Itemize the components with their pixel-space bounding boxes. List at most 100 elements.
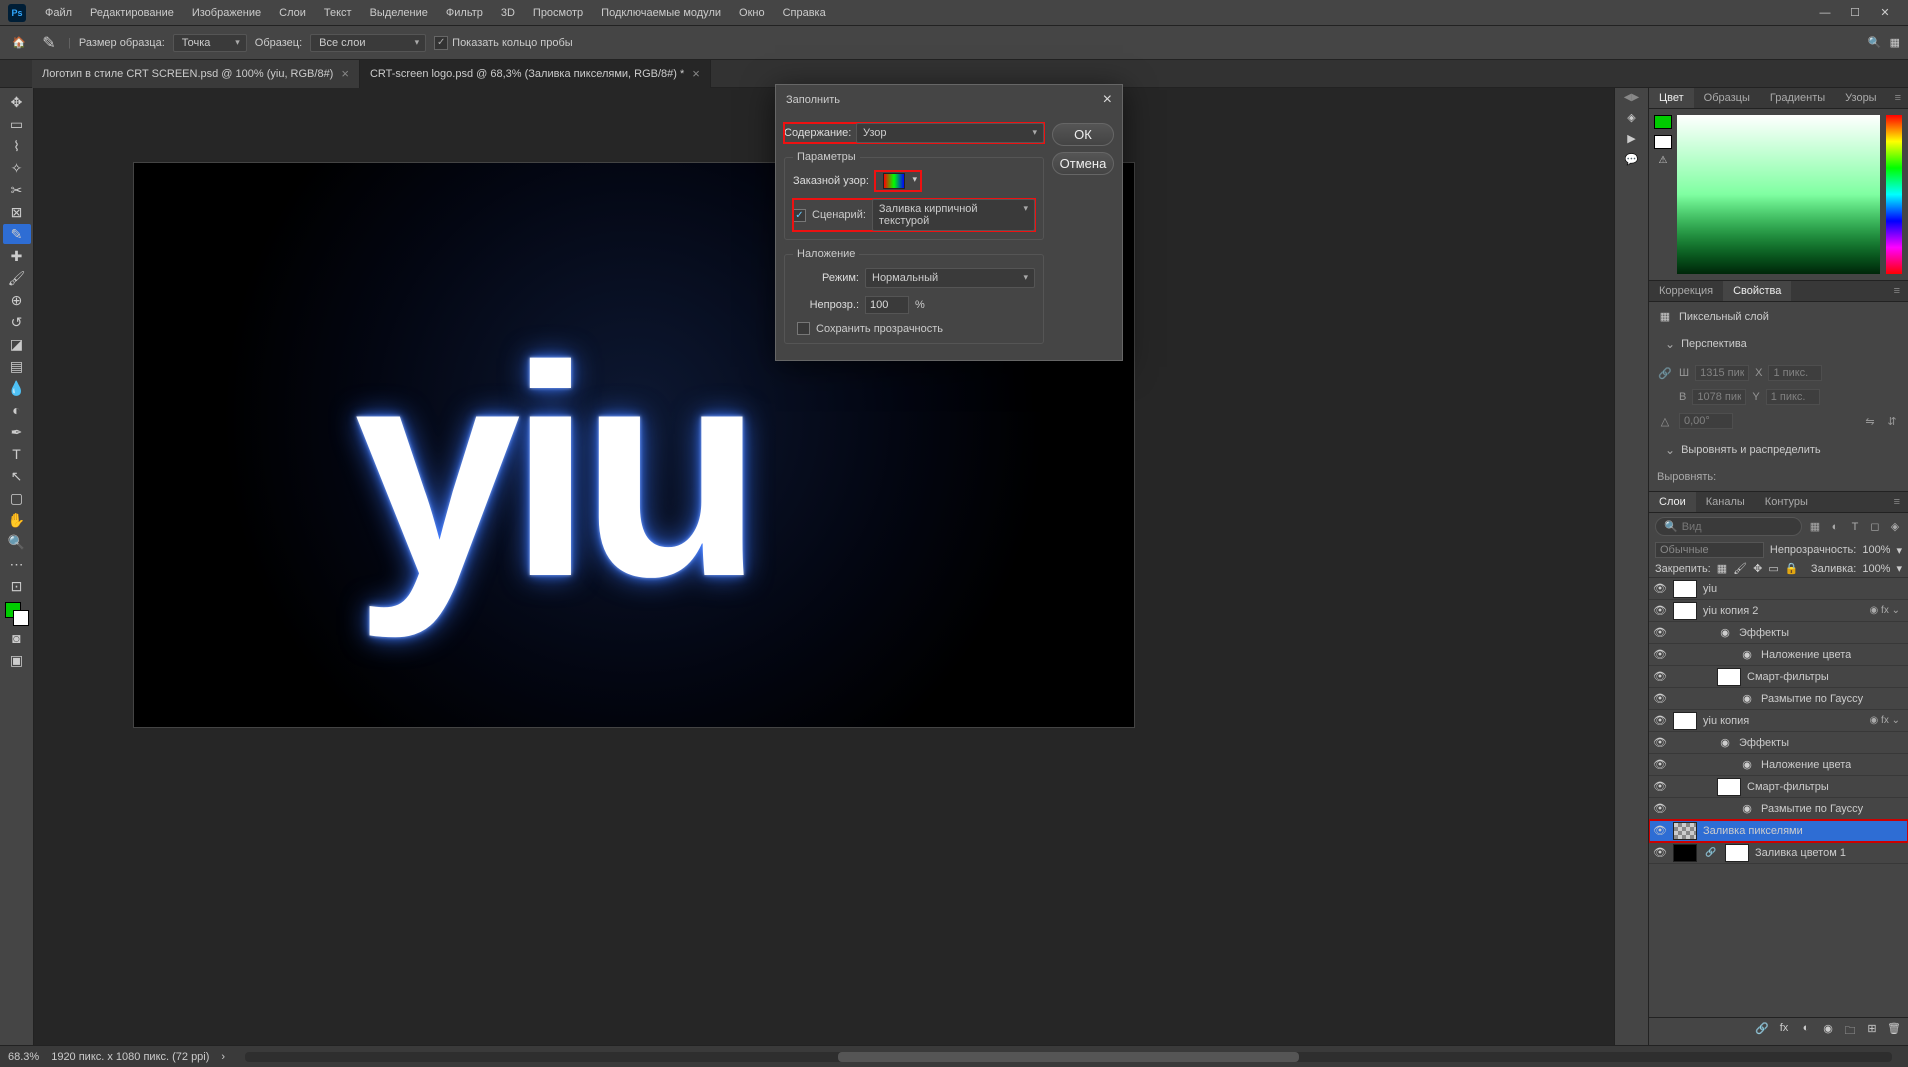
zoom-tool[interactable]: 🔍 (3, 532, 31, 552)
menu-окно[interactable]: Окно (730, 0, 774, 26)
menu-справка[interactable]: Справка (774, 0, 835, 26)
lasso-tool[interactable]: ⌇ (3, 136, 31, 156)
tab-paths[interactable]: Контуры (1755, 492, 1818, 512)
layer-row[interactable]: 👁Заливка пикселями (1649, 820, 1908, 842)
menu-текст[interactable]: Текст (315, 0, 361, 26)
eyedropper-tool[interactable]: ✎ (3, 224, 31, 244)
lock-artboard-icon[interactable]: ▭ (1768, 562, 1778, 575)
move-tool[interactable]: ✥ (3, 92, 31, 112)
sample-source-dropdown[interactable]: Все слои (310, 34, 426, 52)
dodge-tool[interactable]: ◐ (3, 400, 31, 420)
h-scrollbar[interactable] (245, 1052, 1892, 1062)
eraser-tool[interactable]: ◪ (3, 334, 31, 354)
layer-row[interactable]: 👁yiu копия◉ fx ⌄ (1649, 710, 1908, 732)
crop-tool[interactable]: ✂ (3, 180, 31, 200)
close-button[interactable]: ✕ (1870, 0, 1900, 26)
close-icon[interactable]: × (692, 60, 700, 88)
pattern-picker[interactable]: ▾ (875, 171, 921, 191)
filter-shape-icon[interactable]: ◻ (1868, 520, 1882, 533)
comments-icon[interactable]: 💬 (1624, 153, 1640, 166)
width-input[interactable] (1695, 365, 1749, 381)
visibility-icon[interactable]: 👁 (1653, 824, 1667, 837)
script-checkbox[interactable]: ✓ (793, 209, 806, 222)
layer-row[interactable]: 👁◉Наложение цвета (1649, 644, 1908, 666)
pen-tool[interactable]: ✒ (3, 422, 31, 442)
close-icon[interactable]: × (341, 60, 349, 88)
filter-type-icon[interactable]: T (1848, 521, 1862, 533)
visibility-icon[interactable]: 👁 (1653, 604, 1667, 617)
layer-filter-input[interactable]: 🔍Вид (1655, 517, 1802, 536)
link-layers-icon[interactable]: 🔗 (1754, 1022, 1770, 1041)
edit-toolbar-2[interactable]: ⊡ (3, 576, 31, 596)
blur-tool[interactable]: 💧 (3, 378, 31, 398)
visibility-icon[interactable]: 👁 (1653, 780, 1667, 793)
fx-icon[interactable]: fx (1776, 1022, 1792, 1041)
filter-smart-icon[interactable]: ◈ (1888, 520, 1902, 533)
chevron-right-icon[interactable]: › (221, 1051, 225, 1063)
menu-просмотр[interactable]: Просмотр (524, 0, 592, 26)
layer-row[interactable]: 👁Смарт-фильтры (1649, 666, 1908, 688)
tab-channels[interactable]: Каналы (1696, 492, 1755, 512)
zoom-level[interactable]: 68.3% (8, 1051, 39, 1063)
layer-row[interactable]: 👁◉Эффекты (1649, 732, 1908, 754)
color-field[interactable] (1677, 115, 1880, 274)
layer-row[interactable]: 👁◉Эффекты (1649, 622, 1908, 644)
tab-doc-1[interactable]: Логотип в стиле CRT SCREEN.psd @ 100% (y… (32, 60, 360, 88)
stamp-tool[interactable]: ⊕ (3, 290, 31, 310)
filter-image-icon[interactable]: ▦ (1808, 520, 1822, 533)
layer-row[interactable]: 👁◉Наложение цвета (1649, 754, 1908, 776)
blend-mode-dropdown[interactable]: Обычные (1655, 542, 1764, 558)
hue-slider[interactable] (1886, 115, 1902, 274)
visibility-icon[interactable]: 👁 (1653, 846, 1667, 859)
wand-tool[interactable]: ✧ (3, 158, 31, 178)
layer-row[interactable]: 👁◉Размытие по Гауссу (1649, 688, 1908, 710)
flip-h-icon[interactable]: ⇋ (1862, 415, 1878, 428)
minimize-button[interactable]: — (1810, 0, 1840, 26)
frame-tool[interactable]: ⊠ (3, 202, 31, 222)
history-icon[interactable]: ▶ (1624, 132, 1640, 145)
mode-dropdown[interactable]: Нормальный (865, 268, 1035, 288)
visibility-icon[interactable]: 👁 (1653, 626, 1667, 639)
shape-tool[interactable]: ▢ (3, 488, 31, 508)
visibility-icon[interactable]: 👁 (1653, 582, 1667, 595)
hand-tool[interactable]: ✋ (3, 510, 31, 530)
menu-файл[interactable]: Файл (36, 0, 81, 26)
maximize-button[interactable]: ☐ (1840, 0, 1870, 26)
preserve-checkbox[interactable] (797, 322, 810, 335)
libraries-icon[interactable]: ◈ (1624, 111, 1640, 124)
tab-adjustments[interactable]: Коррекция (1649, 281, 1723, 301)
search-icon[interactable]: 🔍 (1868, 36, 1882, 49)
visibility-icon[interactable]: 👁 (1653, 648, 1667, 661)
filter-adjust-icon[interactable]: ◐ (1828, 521, 1842, 533)
height-input[interactable] (1692, 389, 1746, 405)
workspace-icon[interactable]: ▦ (1890, 36, 1900, 49)
new-layer-icon[interactable]: ⊞ (1864, 1022, 1880, 1041)
menu-выделение[interactable]: Выделение (361, 0, 437, 26)
visibility-icon[interactable]: 👁 (1653, 736, 1667, 749)
layer-row[interactable]: 👁Смарт-фильтры (1649, 776, 1908, 798)
layer-row[interactable]: 👁🔗Заливка цветом 1 (1649, 842, 1908, 864)
foreground-swatch[interactable] (1654, 115, 1672, 129)
visibility-icon[interactable]: 👁 (1653, 758, 1667, 771)
visibility-icon[interactable]: 👁 (1653, 670, 1667, 683)
align-section[interactable]: Выровнять и распределить (1657, 437, 1900, 463)
color-swatches[interactable] (5, 602, 29, 626)
lock-trans-icon[interactable]: ▦ (1717, 562, 1727, 575)
close-icon[interactable]: × (1103, 91, 1112, 109)
menu-подключаемые модули[interactable]: Подключаемые модули (592, 0, 730, 26)
lock-pos-icon[interactable]: ✥ (1753, 562, 1762, 575)
fx-badge[interactable]: ◉ fx ⌄ (1870, 715, 1904, 726)
tab-properties[interactable]: Свойства (1723, 281, 1791, 301)
menu-фильтр[interactable]: Фильтр (437, 0, 492, 26)
layer-row[interactable]: 👁yiu копия 2◉ fx ⌄ (1649, 600, 1908, 622)
y-input[interactable] (1766, 389, 1820, 405)
lock-paint-icon[interactable]: 🖌 (1733, 562, 1747, 575)
tab-doc-2[interactable]: CRT-screen logo.psd @ 68,3% (Заливка пик… (360, 60, 711, 88)
dialog-titlebar[interactable]: Заполнить × (776, 85, 1122, 115)
menu-редактирование[interactable]: Редактирование (81, 0, 183, 26)
type-tool[interactable]: T (3, 444, 31, 464)
content-dropdown[interactable]: Узор (856, 123, 1044, 143)
flip-v-icon[interactable]: ⇵ (1884, 415, 1900, 428)
edit-toolbar[interactable]: ⋯ (3, 554, 31, 574)
lock-all-icon[interactable]: 🔒 (1785, 562, 1799, 575)
